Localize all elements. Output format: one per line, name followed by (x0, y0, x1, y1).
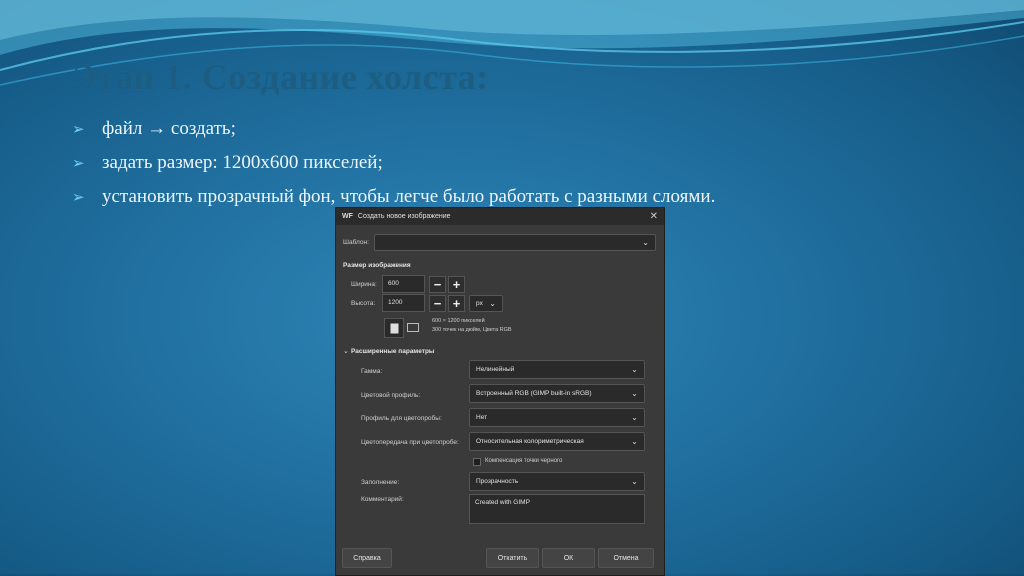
bullet-arrow-icon: ➢ (72, 155, 85, 172)
landscape-orientation-button[interactable] (404, 318, 422, 336)
chevron-down-icon: ⌄ (631, 389, 638, 398)
bullet-item: ➢ файл → создать; (72, 112, 715, 146)
advanced-options-header[interactable]: Расширенные параметры (351, 348, 434, 355)
portrait-icon (390, 323, 398, 333)
height-input[interactable]: 1200 (382, 294, 425, 312)
create-image-dialog: WF Создать новое изображение ✕ Шаблон: ⌄… (335, 207, 665, 576)
bullet-arrow-icon: ➢ (72, 189, 85, 206)
bullet-list: ➢ файл → создать; ➢ задать размер: 1200х60… (72, 112, 715, 214)
help-button[interactable]: Справка (342, 548, 392, 568)
close-icon[interactable]: ✕ (650, 211, 658, 222)
proof-profile-label: Профиль для цветопробы: (361, 415, 442, 422)
proof-profile-value: Нет (476, 414, 488, 421)
rendering-intent-select[interactable]: Относительная колориметрическая ⌄ (469, 432, 645, 451)
dialog-titlebar[interactable]: WF Создать новое изображение ✕ (336, 208, 664, 225)
template-label: Шаблон: (343, 239, 369, 246)
color-profile-value: Встроенный RGB (GIMP built-in sRGB) (476, 390, 592, 397)
gamma-select[interactable]: Нелинейный ⌄ (469, 360, 645, 379)
height-decrease-button[interactable]: − (429, 295, 446, 312)
comment-textarea[interactable]: Created with GIMP (469, 494, 645, 524)
landscape-icon (407, 322, 419, 332)
width-label: Ширина: (351, 281, 377, 288)
width-input[interactable]: 600 (382, 275, 425, 293)
fill-value: Прозрачность (476, 478, 519, 485)
rendering-intent-value: Относительная колориметрическая (476, 438, 584, 445)
slide-title: Этап 1. Создание холста: (72, 57, 489, 97)
gamma-value: Нелинейный (476, 366, 515, 373)
chevron-down-icon: ⌄ (631, 437, 638, 446)
chevron-down-icon: ⌄ (489, 299, 496, 308)
bullet-arrow-icon: ➢ (72, 121, 85, 138)
fill-select[interactable]: Прозрачность ⌄ (469, 472, 645, 491)
resolution-info: 300 точек на дюйм, Цвета RGB (432, 327, 512, 333)
gamma-label: Гамма: (361, 368, 383, 375)
chevron-down-icon: ⌄ (642, 238, 649, 247)
dialog-title: Создать новое изображение (357, 213, 451, 220)
color-profile-select[interactable]: Встроенный RGB (GIMP built-in sRGB) ⌄ (469, 384, 645, 403)
height-increase-button[interactable]: + (448, 295, 465, 312)
chevron-down-icon: ⌄ (631, 365, 638, 374)
comment-label: Комментарий: (361, 496, 404, 503)
image-size-header: Размер изображения (343, 262, 411, 269)
chevron-down-icon: ⌄ (631, 477, 638, 486)
height-label: Высота: (351, 300, 376, 307)
expander-icon[interactable]: ⌄ (343, 347, 349, 355)
size-info: 600 × 1200 пикселей (432, 318, 485, 324)
color-profile-label: Цветовой профиль: (361, 392, 421, 399)
cancel-button[interactable]: Отмена (598, 548, 654, 568)
black-point-checkbox[interactable] (473, 458, 481, 466)
proof-profile-select[interactable]: Нет ⌄ (469, 408, 645, 427)
bullet-text: установить прозрачный фон, чтобы легче б… (102, 186, 716, 207)
chevron-down-icon: ⌄ (631, 413, 638, 422)
width-increase-button[interactable]: + (448, 276, 465, 293)
app-logo: WF (342, 213, 353, 220)
portrait-orientation-button[interactable] (384, 318, 404, 338)
rendering-intent-label: Цветопередача при цветопробе: (361, 439, 459, 446)
bullet-text: файл → создать; (102, 118, 236, 139)
reset-button[interactable]: Откатить (486, 548, 539, 568)
bullet-text: задать размер: 1200х600 пикселей; (102, 152, 383, 173)
bullet-item: ➢ задать размер: 1200х600 пикселей; (72, 146, 715, 180)
unit-value: px (476, 300, 483, 307)
template-select[interactable]: ⌄ (374, 234, 656, 251)
width-decrease-button[interactable]: − (429, 276, 446, 293)
ok-button[interactable]: ОК (542, 548, 595, 568)
fill-label: Заполнение: (361, 479, 400, 486)
unit-select[interactable]: px ⌄ (469, 295, 503, 312)
black-point-label: Компенсация точки черного (485, 458, 563, 464)
